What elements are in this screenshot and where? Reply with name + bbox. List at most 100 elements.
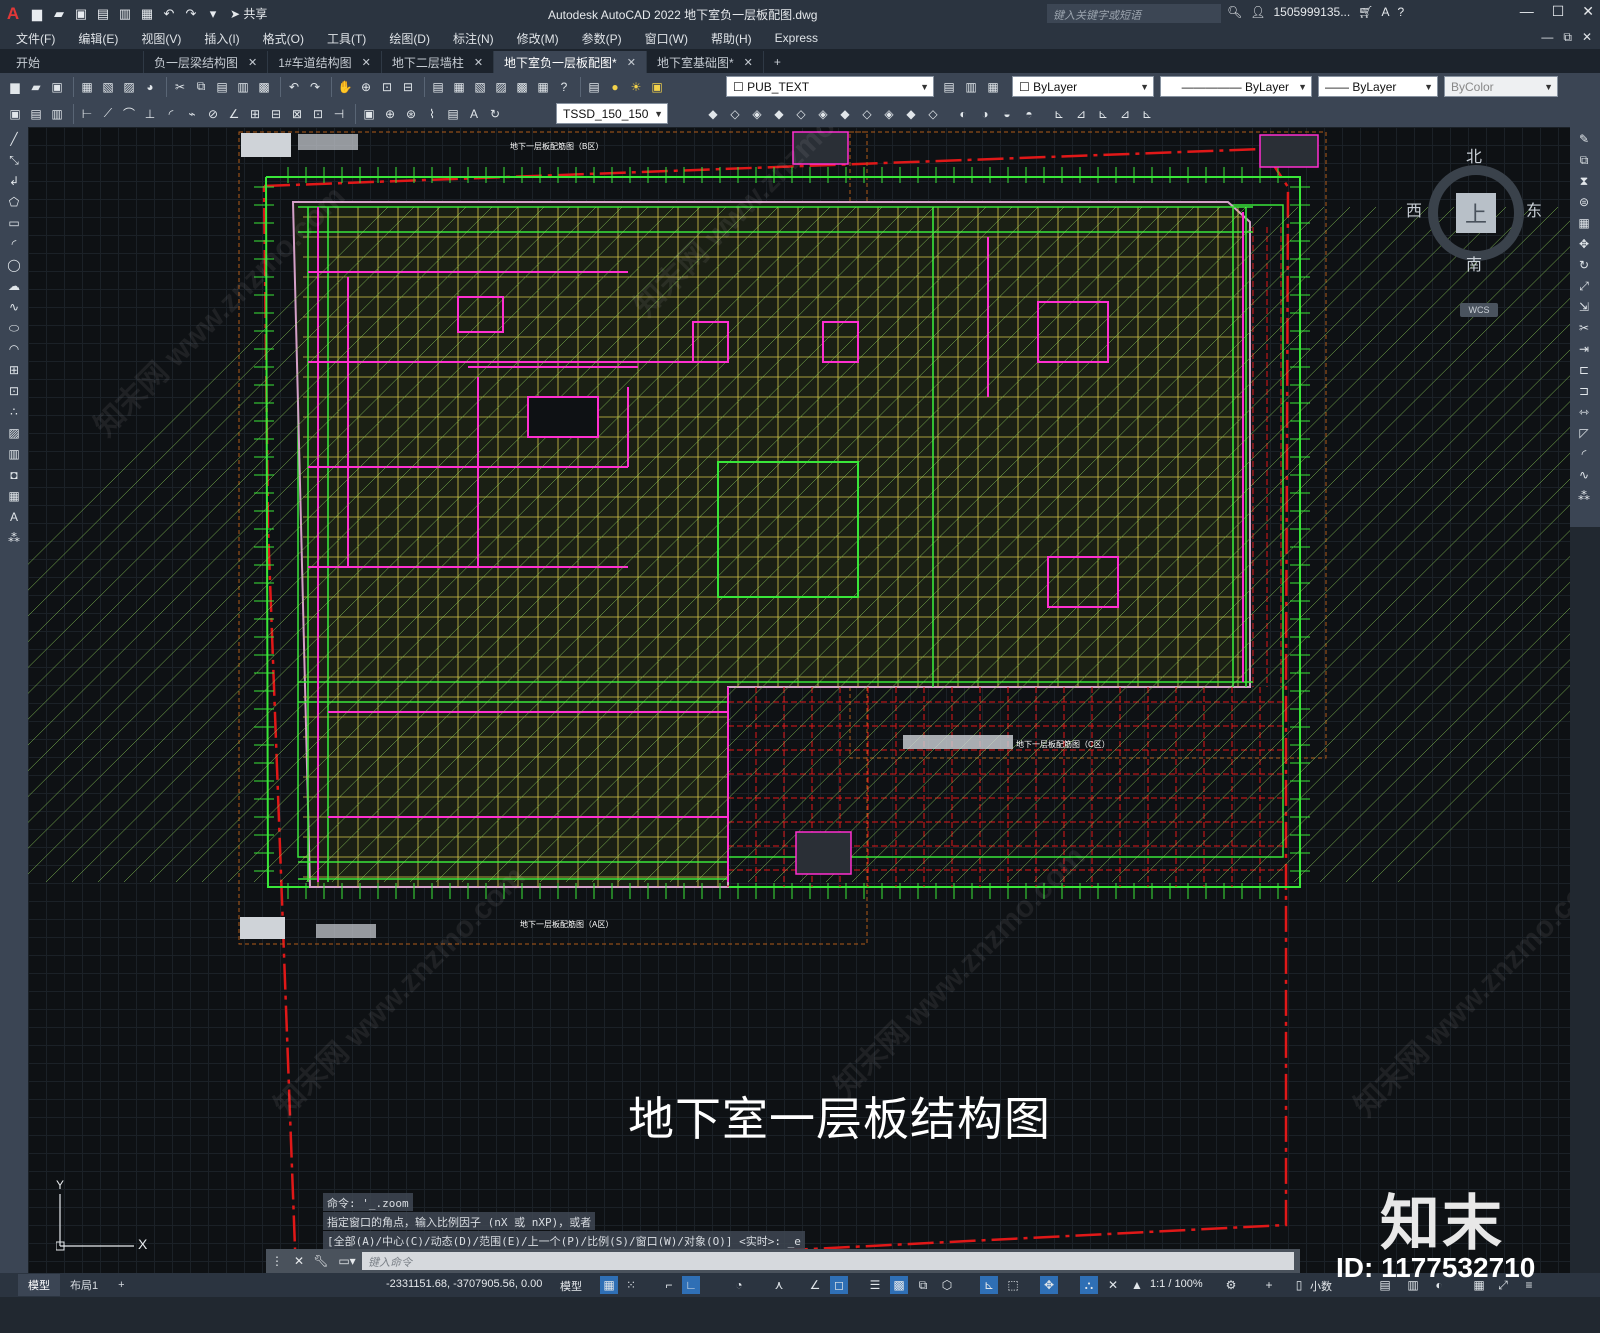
lock-icon[interactable]: ▣ — [648, 78, 666, 96]
fillet-icon[interactable]: ◜ — [1574, 445, 1594, 463]
object-snap-icon[interactable]: ◻ — [830, 1276, 848, 1294]
aligned-dim-icon[interactable]: ⟋ — [99, 105, 117, 123]
view-se-icon[interactable]: ◇ — [858, 105, 876, 123]
tab-foundation[interactable]: 地下室基础图* ✕ — [647, 51, 764, 73]
make-current-layer-icon[interactable]: ▤ — [940, 78, 958, 96]
menu-dimension[interactable]: 标注(N) — [453, 30, 494, 47]
close-icon[interactable]: ✕ — [248, 56, 257, 69]
wcs-menu[interactable]: WCS — [1460, 303, 1498, 317]
calculator-icon[interactable]: ▦ — [534, 78, 552, 96]
blend-curves-icon[interactable]: ∿ — [1574, 466, 1594, 484]
publish-icon[interactable]: ▨ — [120, 78, 138, 96]
circle-icon[interactable]: ◯ — [4, 256, 24, 274]
coordinates-readout[interactable]: -2331151.68, -3707905.56, 0.00 — [386, 1278, 542, 1290]
undo-icon[interactable]: ↶ — [285, 78, 303, 96]
search-icon[interactable]: 🔍︎ — [1227, 5, 1242, 19]
tssd-icon[interactable]: ▣ — [6, 105, 24, 123]
lineweight-icon[interactable]: ☰ — [866, 1276, 884, 1294]
selection-filter-icon[interactable]: ⬚ — [1004, 1276, 1022, 1294]
units-readout[interactable]: 小数 — [1310, 1278, 1332, 1294]
layer-state-icon[interactable]: ▦ — [984, 78, 1002, 96]
view-camera-icon[interactable]: ◇ — [924, 105, 942, 123]
dim-space-icon[interactable]: ⊡ — [309, 105, 327, 123]
visual-style-3d-icon[interactable]: ◑ — [976, 105, 994, 123]
new-icon[interactable]: ▆ — [6, 78, 24, 96]
cart-icon[interactable]: 🛒︎ — [1358, 5, 1373, 19]
insert-block-icon[interactable]: ⊞ — [4, 361, 24, 379]
extend-icon[interactable]: ⇥ — [1574, 340, 1594, 358]
zoom-realtime-icon[interactable]: ⊕ — [357, 78, 375, 96]
model-space-toggle[interactable]: 模型 — [560, 1278, 582, 1294]
redo-icon[interactable]: ↷ — [180, 4, 202, 24]
copy-icon[interactable]: ⧉ — [192, 78, 210, 96]
visual-style-realistic-icon[interactable]: ◓ — [1020, 105, 1038, 123]
customize-icon[interactable]: 🔧︎ — [310, 1254, 332, 1268]
user-name[interactable]: 1505999135... — [1273, 5, 1350, 19]
tab-beam-structure[interactable]: 负一层梁结构图 ✕ — [144, 51, 269, 73]
new-file-icon[interactable]: ▆ — [26, 4, 48, 24]
transparency-icon[interactable]: ▩ — [890, 1276, 908, 1294]
gizmo-icon[interactable]: ✥ — [1040, 1276, 1058, 1294]
explode-icon[interactable]: ⁂ — [1574, 487, 1594, 505]
add-selected-icon[interactable]: ⁂ — [4, 529, 24, 547]
markup-icon[interactable]: ▩ — [513, 78, 531, 96]
add-layout-button[interactable]: + — [108, 1274, 134, 1296]
mtext-icon[interactable]: A — [4, 508, 24, 526]
menu-modify[interactable]: 修改(M) — [517, 30, 559, 47]
spline-icon[interactable]: ∿ — [4, 298, 24, 316]
dim-update-icon[interactable]: ↻ — [486, 105, 504, 123]
compass-east[interactable]: 东 — [1526, 197, 1542, 221]
viewcube-top-face[interactable]: 上 — [1456, 193, 1496, 233]
close-icon[interactable]: ✕ — [627, 56, 636, 69]
new-tab-button[interactable]: + — [764, 51, 791, 73]
design-center-icon[interactable]: ▦ — [450, 78, 468, 96]
break-at-point-icon[interactable]: ⊏ — [1574, 361, 1594, 379]
polyline-icon[interactable]: ↲ — [4, 172, 24, 190]
compass-west[interactable]: 西 — [1406, 197, 1422, 221]
annotation-visibility-icon[interactable]: ⛬ — [1080, 1276, 1098, 1294]
trim-icon[interactable]: ✂ — [1574, 319, 1594, 337]
chamfer-icon[interactable]: ◸ — [1574, 424, 1594, 442]
offset-icon[interactable]: ⊜ — [1574, 193, 1594, 211]
command-drag-handle[interactable]: ⋮ — [266, 1254, 288, 1268]
dim-text-edit-icon[interactable]: A — [465, 105, 483, 123]
object-snap-tracking-icon[interactable]: ∠ — [806, 1276, 824, 1294]
continue-dim-icon[interactable]: ⊠ — [288, 105, 306, 123]
ucs-face-icon[interactable]: ⊿ — [1116, 105, 1134, 123]
erase-icon[interactable]: ✎ — [1574, 130, 1594, 148]
view-back-icon[interactable]: ◇ — [792, 105, 810, 123]
user-area[interactable]: 🔍︎ 👤︎ 1505999135... 🛒︎ A ? — [1227, 5, 1404, 19]
array-icon[interactable]: ▦ — [1574, 214, 1594, 232]
sheet-set-icon[interactable]: ▨ — [492, 78, 510, 96]
grid-icon[interactable]: ▦ — [600, 1276, 618, 1294]
layer-previous-icon[interactable]: ▥ — [962, 78, 980, 96]
plotstyle-select[interactable]: ByColor ▼ — [1444, 76, 1558, 97]
baseline-dim-icon[interactable]: ⊟ — [267, 105, 285, 123]
view-front-icon[interactable]: ◆ — [704, 105, 722, 123]
annotation-monitor-icon[interactable]: + — [1260, 1276, 1278, 1294]
radius-dim-icon[interactable]: ◜ — [162, 105, 180, 123]
line-icon[interactable]: ╱ — [4, 130, 24, 148]
tab-layout1[interactable]: 布局1 — [60, 1274, 108, 1296]
angular-dim-icon[interactable]: ∠ — [225, 105, 243, 123]
layer-manager-icon[interactable]: ▤ — [585, 78, 603, 96]
tab-ramp-structure[interactable]: 1#车道结构图 ✕ — [268, 51, 382, 73]
ucs-object-icon[interactable]: ⊾ — [1138, 105, 1156, 123]
polar-icon[interactable]: ◔ — [730, 1276, 748, 1294]
zoom-window-icon[interactable]: ⊡ — [378, 78, 396, 96]
visual-style-hidden-icon[interactable]: ◒ — [998, 105, 1016, 123]
lineweight-select[interactable]: —— ByLayer ▼ — [1318, 76, 1438, 97]
autodesk-app-icon[interactable]: A — [1381, 5, 1389, 19]
print-preview-icon[interactable]: ▧ — [99, 78, 117, 96]
dimstyle-select[interactable]: TSSD_150_150 ▼ — [556, 103, 668, 124]
menu-view[interactable]: 视图(V) — [141, 30, 181, 47]
dynamic-ucs-icon[interactable]: ⊾ — [980, 1276, 998, 1294]
compass-north[interactable]: 北 — [1466, 143, 1482, 167]
menu-window[interactable]: 窗口(W) — [645, 30, 688, 47]
center-mark-icon[interactable]: ⊕ — [381, 105, 399, 123]
tab-b1-slab[interactable]: 地下室负一层板配图* ✕ — [494, 51, 647, 73]
linetype-select[interactable]: ————— ByLayer ▼ — [1160, 76, 1312, 97]
close-icon[interactable]: ✕ — [362, 56, 371, 69]
search-input[interactable]: 键入关键字或短语 — [1047, 4, 1221, 23]
annotation-scale[interactable]: 1:1 / 100% — [1150, 1278, 1203, 1290]
